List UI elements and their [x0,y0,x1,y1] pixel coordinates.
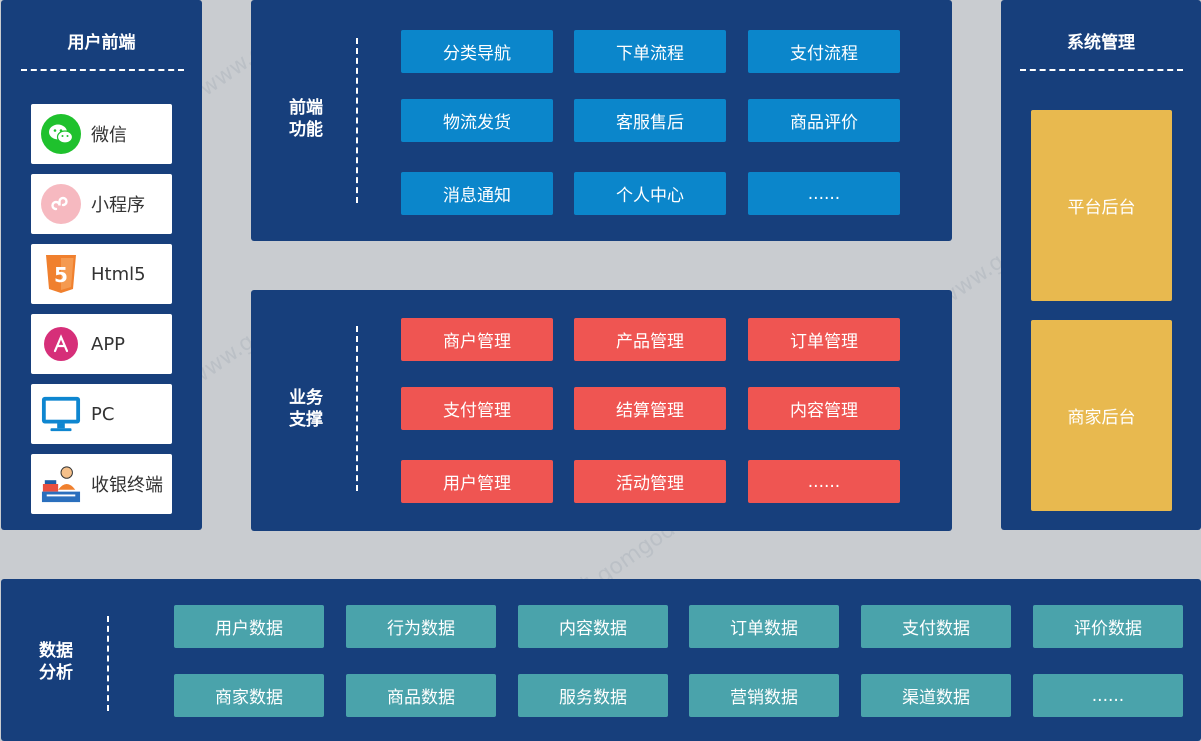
data-tile[interactable]: 营销数据 [689,674,839,717]
channel-miniprogram[interactable]: 小程序 [31,174,172,234]
channel-app[interactable]: APP [31,314,172,374]
data-tile[interactable]: 商家数据 [174,674,324,717]
business-tile[interactable]: 结算管理 [574,387,726,430]
divider [356,326,358,491]
monitor-icon [41,394,81,434]
data-tile[interactable]: 支付数据 [861,605,1011,648]
title-line: 数据 [39,641,73,661]
channel-label: Html5 [91,263,146,285]
divider [356,38,358,203]
system-management-title: 系统管理 [1067,33,1135,53]
channel-label: 小程序 [91,195,145,216]
channel-label: 收银终端 [91,475,163,496]
data-tile[interactable]: 评价数据 [1033,605,1183,648]
business-tile[interactable]: 商户管理 [401,318,553,361]
title-line: 功能 [289,120,323,140]
business-tile[interactable]: 产品管理 [574,318,726,361]
business-support-panel: 业务 支撑 商户管理 产品管理 订单管理 支付管理 结算管理 内容管理 用户管理… [251,290,952,531]
title-line: 支撑 [289,410,323,430]
business-tile[interactable]: 活动管理 [574,460,726,503]
miniprogram-icon [41,184,81,224]
business-tile[interactable]: 订单管理 [748,318,900,361]
divider [21,69,184,71]
app-store-icon [41,324,81,364]
channel-cashier[interactable]: 收银终端 [31,454,172,514]
function-tile[interactable]: ...... [748,172,900,215]
title-line: 分析 [39,663,73,683]
channel-label: 微信 [91,125,127,146]
frontend-functions-title: 前端 功能 [271,97,341,141]
data-tile[interactable]: 渠道数据 [861,674,1011,717]
function-tile[interactable]: 物流发货 [401,99,553,142]
channel-label: APP [91,333,126,355]
user-frontend-panel: 用户前端 微信 小程序 5 Html5 APP PC 收银终端 [1,0,202,530]
title-line: 前端 [289,98,323,118]
channel-pc[interactable]: PC [31,384,172,444]
cashier-icon [41,464,81,504]
divider [1020,69,1183,71]
channel-html5[interactable]: 5 Html5 [31,244,172,304]
merchant-backend-tile[interactable]: 商家后台 [1031,320,1172,511]
function-tile[interactable]: 下单流程 [574,30,726,73]
data-tile[interactable]: 用户数据 [174,605,324,648]
divider [107,616,109,711]
business-support-title: 业务 支撑 [271,387,341,431]
function-tile[interactable]: 分类导航 [401,30,553,73]
function-tile[interactable]: 客服售后 [574,99,726,142]
function-tile[interactable]: 商品评价 [748,99,900,142]
data-analysis-title: 数据 分析 [21,640,91,684]
system-management-panel: 系统管理 平台后台 商家后台 [1001,0,1201,530]
data-tile[interactable]: ...... [1033,674,1183,717]
data-tile[interactable]: 服务数据 [518,674,668,717]
function-tile[interactable]: 支付流程 [748,30,900,73]
platform-backend-tile[interactable]: 平台后台 [1031,110,1172,301]
channel-label: PC [91,403,115,425]
business-tile[interactable]: 内容管理 [748,387,900,430]
channel-wechat[interactable]: 微信 [31,104,172,164]
svg-text:5: 5 [54,263,68,287]
data-tile[interactable]: 内容数据 [518,605,668,648]
function-tile[interactable]: 消息通知 [401,172,553,215]
wechat-icon [41,114,81,154]
data-analysis-panel: 数据 分析 用户数据 行为数据 内容数据 订单数据 支付数据 评价数据 商家数据… [1,579,1201,741]
user-frontend-title: 用户前端 [67,33,136,53]
html5-icon: 5 [41,254,81,294]
business-tile[interactable]: 支付管理 [401,387,553,430]
title-line: 业务 [289,388,323,408]
function-tile[interactable]: 个人中心 [574,172,726,215]
business-tile[interactable]: 用户管理 [401,460,553,503]
data-tile[interactable]: 订单数据 [689,605,839,648]
data-tile[interactable]: 行为数据 [346,605,496,648]
data-tile[interactable]: 商品数据 [346,674,496,717]
frontend-functions-panel: 前端 功能 分类导航 下单流程 支付流程 物流发货 客服售后 商品评价 消息通知… [251,0,952,241]
business-tile[interactable]: ...... [748,460,900,503]
